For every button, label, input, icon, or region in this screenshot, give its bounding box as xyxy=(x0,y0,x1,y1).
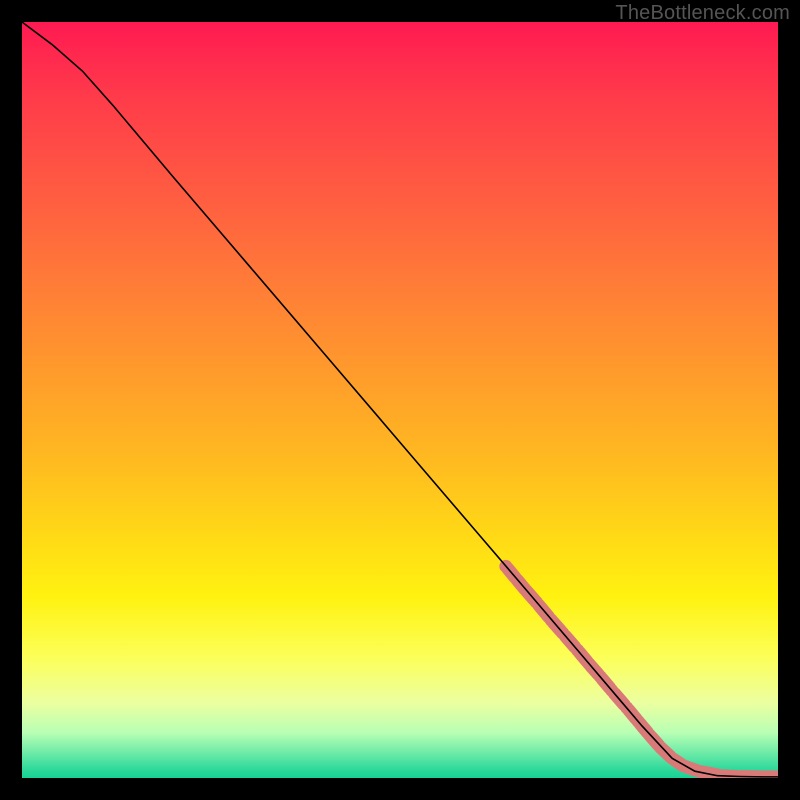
curve-layer xyxy=(22,22,778,778)
main-curve xyxy=(22,22,778,777)
plot-area xyxy=(22,22,778,778)
chart-stage: TheBottleneck.com xyxy=(0,0,800,800)
highlight-marks xyxy=(499,560,778,778)
